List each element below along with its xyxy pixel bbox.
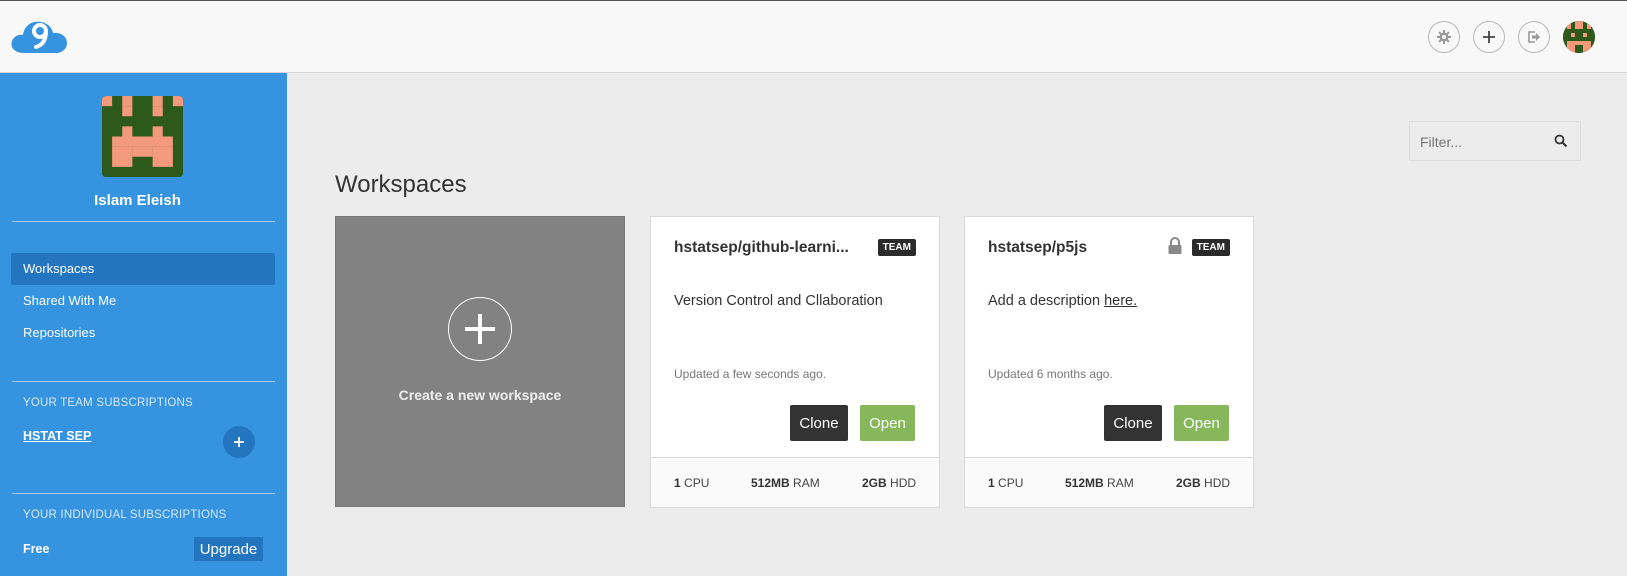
filter-input[interactable] <box>1420 130 1550 154</box>
add-description-link[interactable]: here. <box>1104 293 1137 309</box>
page-title: Workspaces <box>335 171 467 198</box>
individual-subscriptions-heading: YOUR INDIVIDUAL SUBSCRIPTIONS <box>23 509 227 521</box>
settings-button[interactable] <box>1428 21 1460 53</box>
sidebar: Islam Eleish Workspaces Shared With Me R… <box>0 73 287 576</box>
divider <box>12 381 275 382</box>
workspace-card: hstatsep/github-learni... TEAM Version C… <box>650 216 940 508</box>
team-subscriptions-heading: YOUR TEAM SUBSCRIPTIONS <box>23 397 193 409</box>
ram-spec: 512MB RAM <box>1065 476 1134 490</box>
lock-icon <box>1168 237 1182 254</box>
sidebar-item-shared-with-me[interactable]: Shared With Me <box>11 285 275 317</box>
team-badge: TEAM <box>877 239 916 256</box>
clone-button[interactable]: Clone <box>1104 405 1162 441</box>
sign-out-button[interactable] <box>1518 21 1550 53</box>
cloud9-logo-icon[interactable] <box>10 17 70 57</box>
ram-spec: 512MB RAM <box>751 476 820 490</box>
divider <box>12 493 275 494</box>
workspace-description: Add a description here. <box>988 293 1137 309</box>
cpu-spec: 1 CPU <box>988 476 1024 490</box>
workspace-description: Version Control and Cllaboration <box>674 293 883 309</box>
divider <box>12 221 275 222</box>
user-avatar[interactable] <box>1563 21 1595 53</box>
user-name: Islam Eleish <box>94 192 181 209</box>
workspace-name[interactable]: hstatsep/p5js <box>988 239 1158 257</box>
create-workspace-label: Create a new workspace <box>398 387 562 403</box>
upgrade-button[interactable]: Upgrade <box>194 537 263 561</box>
sidebar-item-workspaces[interactable]: Workspaces <box>11 253 275 285</box>
profile-avatar[interactable] <box>102 96 183 177</box>
search-icon[interactable] <box>1554 134 1568 148</box>
workspace-card: hstatsep/p5js TEAM Add a description her… <box>964 216 1254 508</box>
team-link[interactable]: HSTAT SEP <box>23 429 91 443</box>
top-bar <box>0 0 1627 73</box>
description-text: Add a description <box>988 293 1105 309</box>
clone-button[interactable]: Clone <box>790 405 848 441</box>
workspace-name[interactable]: hstatsep/github-learni... <box>674 239 864 257</box>
team-badge: TEAM <box>1191 239 1230 256</box>
plus-icon <box>1483 31 1495 43</box>
hdd-spec: 2GB HDD <box>862 476 917 490</box>
sign-out-icon <box>1528 31 1540 43</box>
new-workspace-button[interactable] <box>1473 21 1505 53</box>
workspace-updated: Updated a few seconds ago. <box>674 367 827 381</box>
workspace-updated: Updated 6 months ago. <box>988 367 1113 381</box>
workspace-specs: 1 CPU 512MB RAM 2GB HDD <box>965 457 1253 507</box>
cpu-spec: 1 CPU <box>674 476 710 490</box>
hdd-spec: 2GB HDD <box>1176 476 1231 490</box>
plus-icon <box>448 297 512 361</box>
sidebar-item-repositories[interactable]: Repositories <box>11 317 275 349</box>
create-workspace-card[interactable]: Create a new workspace <box>335 216 625 507</box>
plan-name: Free <box>23 542 50 556</box>
add-team-button[interactable] <box>223 426 255 458</box>
open-button[interactable]: Open <box>860 405 915 441</box>
open-button[interactable]: Open <box>1174 405 1229 441</box>
plus-icon <box>234 437 244 447</box>
filter-box <box>1409 121 1581 161</box>
gear-icon <box>1437 30 1451 44</box>
workspace-specs: 1 CPU 512MB RAM 2GB HDD <box>651 457 939 507</box>
